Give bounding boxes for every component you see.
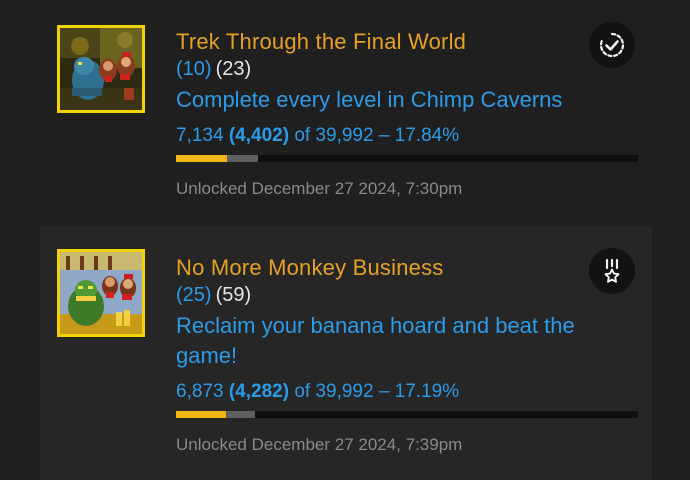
total-players-percent: of 39,992 – 17.84% bbox=[294, 125, 460, 146]
softcore-unlocks: (4,402) bbox=[228, 125, 290, 146]
points-value: (10) bbox=[176, 58, 212, 80]
progression-check-icon[interactable] bbox=[589, 22, 635, 68]
medal-glyph bbox=[604, 258, 620, 283]
achievement-points: (10) (23) bbox=[176, 56, 642, 82]
softcore-progress-fill bbox=[225, 411, 256, 418]
unlock-date: Unlocked December 27 2024, 7:30pm bbox=[176, 179, 463, 198]
badge-artwork bbox=[60, 28, 142, 110]
unlock-date: Unlocked December 27 2024, 7:39pm bbox=[176, 435, 463, 454]
achievement-info: No More Monkey Business (25) (59) Reclaim… bbox=[176, 254, 642, 456]
achievement-list: Trek Through the Final World (10) (23) Co… bbox=[0, 0, 690, 480]
achievement-info: Trek Through the Final World (10) (23) Co… bbox=[176, 28, 642, 200]
achievement-description: Reclaim your banana hoard and beat the g… bbox=[176, 313, 575, 368]
achievement-title[interactable]: No More Monkey Business bbox=[176, 254, 642, 282]
hardcore-progress-fill bbox=[176, 411, 226, 418]
achievement-card: No More Monkey Business (25) (59) Reclaim… bbox=[40, 226, 652, 480]
achievement-title[interactable]: Trek Through the Final World bbox=[176, 28, 642, 56]
hardcore-unlocks: 7,134 bbox=[176, 125, 224, 146]
achievement-description: Complete every level in Chimp Caverns bbox=[176, 87, 563, 112]
win-condition-medal-icon[interactable] bbox=[589, 248, 635, 294]
total-players-percent: of 39,992 – 17.19% bbox=[294, 381, 460, 402]
hardcore-unlocks: 6,873 bbox=[176, 381, 224, 402]
unlock-progress-bar bbox=[176, 411, 638, 418]
softcore-progress-fill bbox=[226, 155, 259, 162]
retro-points-value: (59) bbox=[215, 284, 252, 306]
achievement-card: Trek Through the Final World (10) (23) Co… bbox=[40, 0, 652, 212]
badge-artwork bbox=[60, 252, 142, 334]
softcore-unlocks: (4,282) bbox=[228, 381, 290, 402]
achievement-badge-image[interactable] bbox=[57, 25, 145, 113]
retro-points-value: (23) bbox=[215, 58, 252, 80]
unlock-stats: 6,873 (4,282) of 39,992 – 17.19% bbox=[176, 379, 642, 405]
achievement-badge-image[interactable] bbox=[57, 249, 145, 337]
progression-check-glyph bbox=[599, 32, 625, 58]
points-value: (25) bbox=[176, 284, 212, 306]
unlock-stats: 7,134 (4,402) of 39,992 – 17.84% bbox=[176, 123, 642, 149]
unlock-progress-bar bbox=[176, 155, 638, 162]
achievement-points: (25) (59) bbox=[176, 282, 642, 308]
hardcore-progress-fill bbox=[176, 155, 227, 162]
